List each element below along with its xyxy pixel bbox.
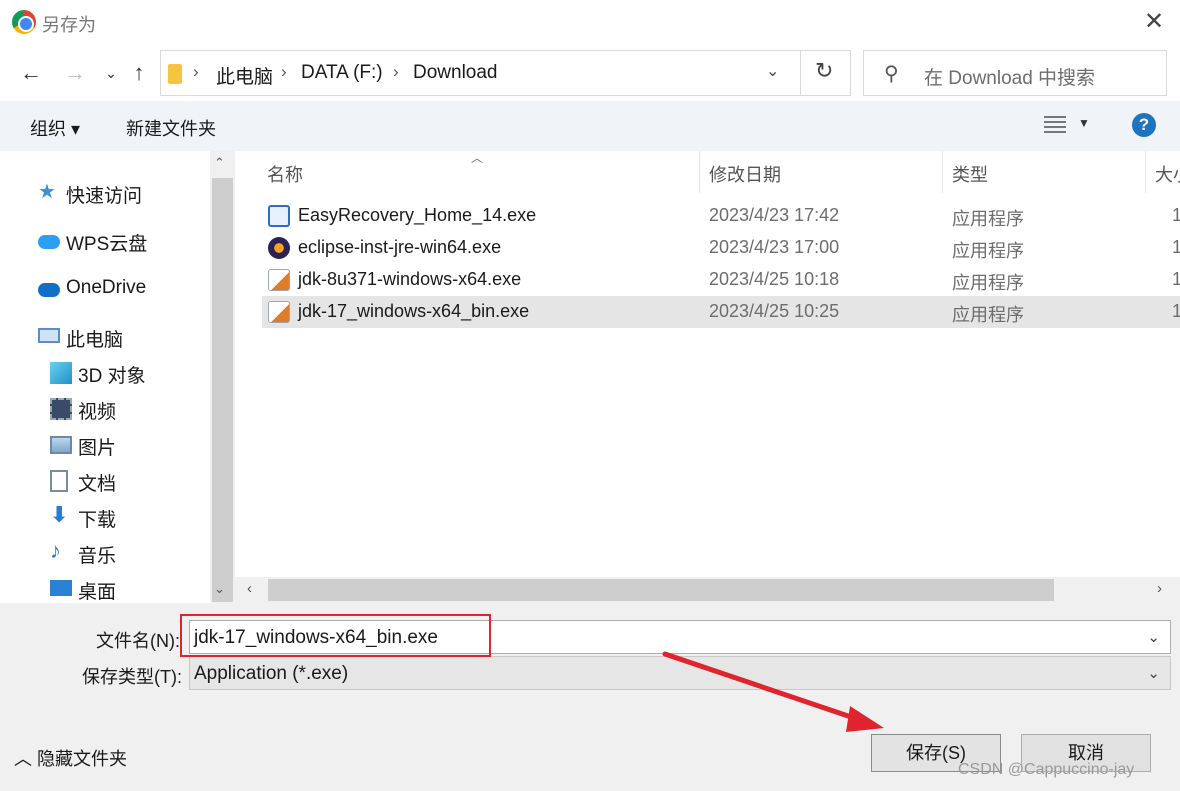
desktop-icon [50,580,72,596]
eclipse-icon [268,237,290,259]
easyrecovery-icon [268,205,290,227]
address-bar[interactable]: › 此电脑 › DATA (F:) › Download ⌄ ↻ [160,50,851,96]
window-title: 另存为 [42,15,96,35]
column-header-modified[interactable]: 修改日期 [709,161,781,187]
chevron-down-icon[interactable]: ⌄ [766,61,779,81]
scrollbar-thumb[interactable] [212,178,233,602]
star-icon: ★ [38,181,56,203]
back-arrow-icon[interactable]: ← [16,56,46,90]
column-header-name[interactable]: 名称 [267,161,303,187]
title-bar: 另存为 ✕ [0,0,1180,44]
watermark: CSDN @Cappuccino-jay [958,761,1135,778]
chevron-up-icon: ︿ [14,749,32,769]
chevron-down-icon[interactable]: ⌄ [1147,664,1160,682]
cloud-icon [38,235,60,249]
new-folder-button[interactable]: 新建文件夹 [126,115,216,141]
java-installer-icon [268,301,290,323]
file-row[interactable]: EasyRecovery_Home_14.exe 2023/4/23 17:42… [262,200,1180,232]
onedrive-icon [38,283,60,297]
download-arrow-icon: ⬇ [50,502,69,527]
close-icon[interactable]: ✕ [1136,6,1172,38]
chevron-right-icon: › [281,62,287,81]
computer-icon [38,328,60,343]
file-row[interactable]: eclipse-inst-jre-win64.exe 2023/4/23 17:… [262,232,1180,264]
forward-arrow-icon[interactable]: → [60,56,90,90]
java-installer-icon [268,269,290,291]
breadcrumb-download[interactable]: Download [413,62,498,84]
refresh-icon[interactable]: ↻ [815,58,833,84]
document-icon [50,470,68,492]
folder-icon [168,64,182,84]
chrome-icon [12,10,36,34]
scroll-up-icon[interactable]: ⌃ [214,155,225,171]
chevron-right-icon: › [193,62,199,81]
file-list-hscrollbar[interactable]: ‹ › [235,577,1180,603]
sort-ascending-icon: ︿ [471,151,484,165]
music-note-icon: ♪ [50,538,61,563]
file-list: ︿ 名称 修改日期 类型 大小 EasyRecovery_Home_14.exe… [235,151,1180,603]
chevron-down-icon[interactable]: ⌄ [1147,628,1160,646]
search-icon: ⚲ [884,63,899,85]
filetype-select[interactable]: Application (*.exe) ⌄ [189,656,1171,690]
film-icon [50,398,72,420]
search-box[interactable]: ⚲ 在 Download 中搜索 [863,50,1167,96]
command-bar: 组织 ▾ 新建文件夹 ▼ [0,101,1180,151]
column-header-size[interactable]: 大小 [1155,161,1180,187]
picture-icon [50,436,72,454]
hide-folders-toggle[interactable]: ︿ 隐藏文件夹 [14,745,127,771]
up-arrow-icon[interactable]: ↑ [124,56,154,90]
column-divider [942,151,943,193]
scroll-right-icon[interactable]: › [1157,580,1162,597]
divider [800,51,801,95]
help-icon[interactable]: ? [1132,113,1156,137]
breadcrumb-this-pc[interactable]: 此电脑 [216,62,273,89]
recent-locations-chevron-icon[interactable]: ⌄ [96,56,126,90]
annotation-highlight-box [180,614,491,657]
file-row[interactable]: jdk-8u371-windows-x64.exe 2023/4/25 10:1… [262,264,1180,296]
organize-button[interactable]: 组织 ▾ [30,115,80,141]
scroll-left-icon[interactable]: ‹ [247,580,252,597]
scroll-down-icon[interactable]: ⌄ [214,581,225,597]
filetype-label: 保存类型(T): [82,667,182,687]
column-header-type[interactable]: 类型 [952,161,988,187]
chevron-right-icon: › [393,62,399,81]
nav-scrollbar[interactable]: ⌃ ⌄ [210,151,235,603]
column-divider [1145,151,1146,193]
view-dropdown-icon[interactable]: ▼ [1078,116,1090,130]
search-input[interactable]: 在 Download 中搜索 [924,63,1095,90]
filetype-value: Application (*.exe) [194,663,349,684]
view-options-icon[interactable] [1044,116,1066,136]
file-row-selected[interactable]: jdk-17_windows-x64_bin.exe 2023/4/25 10:… [262,296,1180,328]
filename-label: 文件名(N): [96,631,180,651]
breadcrumb-drive[interactable]: DATA (F:) [301,62,383,84]
scrollbar-thumb[interactable] [268,579,1054,601]
column-divider [699,151,700,193]
save-as-dialog: 另存为 ✕ ← → ⌄ ↑ › 此电脑 › DATA (F:) › Downlo… [0,0,1180,791]
cube-icon [50,362,72,384]
navigation-pane: ★ 快速访问 WPS云盘 OneDrive 此电脑 3D 对象 视频 图片 文档… [0,151,210,603]
